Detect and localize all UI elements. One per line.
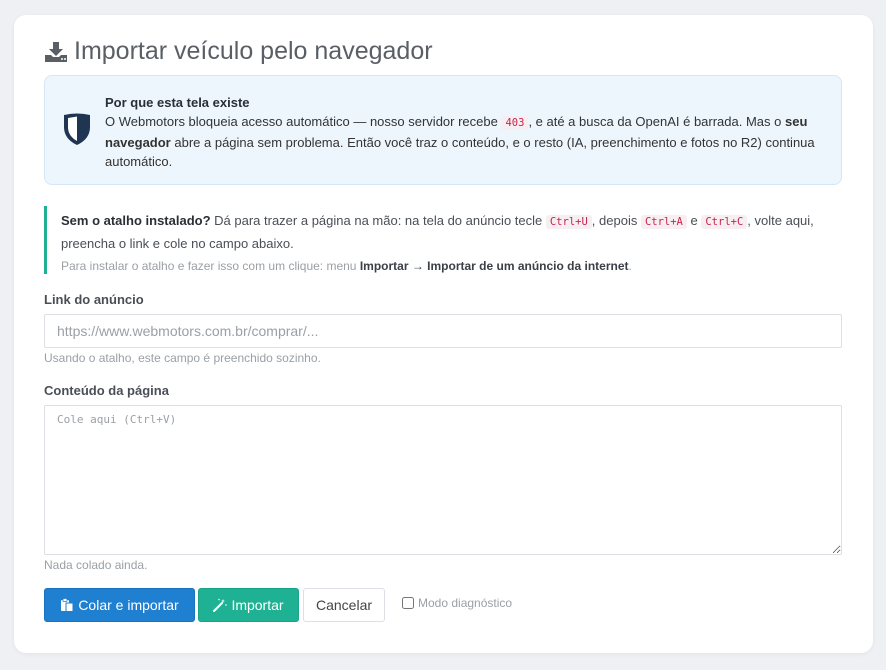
clipboard-icon <box>60 598 74 612</box>
tip-key-ctrl-u: Ctrl+U <box>545 215 592 229</box>
diagnostic-label: Modo diagnóstico <box>418 596 513 610</box>
import-button[interactable]: Importar <box>198 588 299 622</box>
tip-menu-path: Importar → Importar de um anúncio da int… <box>359 259 629 273</box>
tip-text-3: e <box>686 213 702 228</box>
tip-text-1: Dá para trazer a página na mão: na tela … <box>210 213 546 228</box>
info-heading: Por que esta tela existe <box>105 95 250 110</box>
content-label: Conteúdo da página <box>44 383 169 398</box>
content-textarea[interactable] <box>44 405 842 555</box>
info-text-3: abre a página sem problema. Então você t… <box>105 135 815 169</box>
info-text-1: O Webmotors bloqueia acesso automático —… <box>105 114 502 129</box>
cancel-button[interactable]: Cancelar <box>303 588 385 622</box>
tip-key-ctrl-a: Ctrl+A <box>640 215 687 229</box>
page-title-text: Importar veículo pelo navegador <box>74 37 433 65</box>
shield-icon <box>62 112 92 146</box>
link-label: Link do anúncio <box>44 292 144 307</box>
shortcut-tip: Sem o atalho instalado? Dá para trazer a… <box>44 206 842 274</box>
info-text: Por que esta tela existe O Webmotors blo… <box>105 93 825 171</box>
diagnostic-mode-toggle[interactable]: Modo diagnóstico <box>402 596 512 610</box>
tip-bold: Sem o atalho instalado? <box>61 213 211 228</box>
paste-import-label: Colar e importar <box>78 597 179 613</box>
content-hint: Nada colado ainda. <box>44 558 148 572</box>
info-text-2: , e até a busca da OpenAI é barrada. Mas… <box>528 114 785 129</box>
import-label: Importar <box>231 597 284 613</box>
info-code-403: 403 <box>501 116 529 130</box>
tip-sub-end: . <box>628 259 632 273</box>
tip-line: Sem o atalho instalado? Dá para trazer a… <box>61 210 842 254</box>
tip-sub-text: Para instalar o atalho e fazer isso com … <box>61 259 360 273</box>
diagnostic-checkbox[interactable] <box>402 597 414 609</box>
link-hint: Usando o atalho, este campo é preenchido… <box>44 351 321 365</box>
paste-import-button[interactable]: Colar e importar <box>44 588 195 622</box>
tip-text-2: , depois <box>591 213 641 228</box>
link-input[interactable] <box>44 314 842 348</box>
info-box: Por que esta tela existe O Webmotors blo… <box>44 75 842 185</box>
tip-key-ctrl-c: Ctrl+C <box>701 215 748 229</box>
download-icon <box>44 40 68 64</box>
page-title: Importar veículo pelo navegador <box>44 37 433 66</box>
tip-subline: Para instalar o atalho e fazer isso com … <box>61 259 842 273</box>
import-card: Importar veículo pelo navegador Por que … <box>14 15 873 653</box>
magic-wand-icon <box>213 598 228 612</box>
